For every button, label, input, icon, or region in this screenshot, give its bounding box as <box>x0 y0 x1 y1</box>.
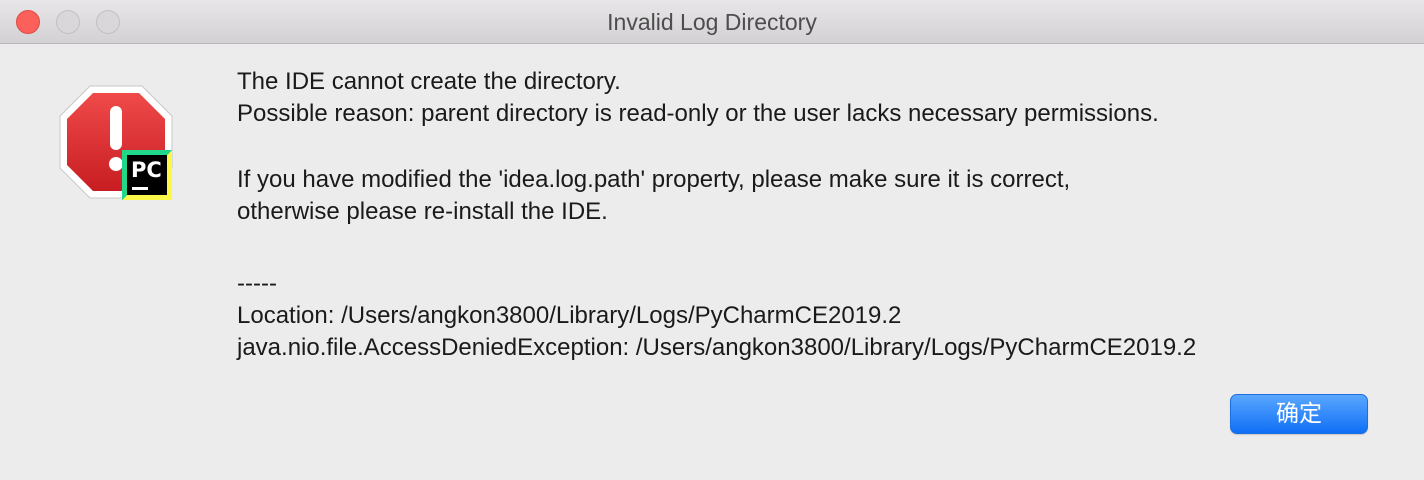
exception-text: java.nio.file.AccessDeniedException: /Us… <box>237 334 1197 361</box>
ok-button[interactable]: 确定 <box>1230 394 1368 434</box>
location-text: Location: /Users/angkon3800/Library/Logs… <box>237 302 902 329</box>
separator-text: ----- <box>237 270 277 297</box>
error-message: The IDE cannot create the directory. Pos… <box>237 66 1407 364</box>
message-line: The IDE cannot create the directory. <box>237 68 621 95</box>
message-line: Possible reason: parent directory is rea… <box>237 100 1159 127</box>
message-line: otherwise please re-install the IDE. <box>237 198 608 225</box>
stop-sign-warning-icon: PC <box>58 84 176 202</box>
pycharm-badge-icon: PC <box>122 150 172 200</box>
dialog-window: Invalid Log Directory PC The IDE cannot … <box>0 0 1424 480</box>
message-line: If you have modified the 'idea.log.path'… <box>237 166 1071 193</box>
pycharm-badge-label: PC <box>131 158 162 182</box>
window-title: Invalid Log Directory <box>607 9 817 35</box>
title-bar[interactable]: Invalid Log Directory <box>0 0 1424 44</box>
